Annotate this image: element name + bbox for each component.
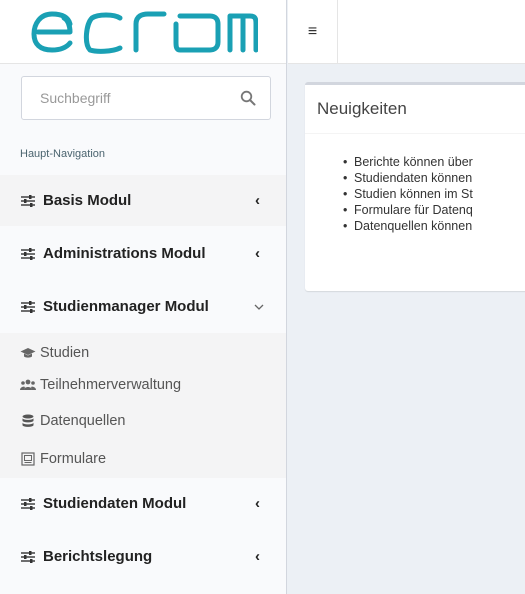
sidebar-item-studienmanager-modul[interactable]: Studienmanager Modul [0,281,286,332]
chevron-left-icon: ‹ [255,548,260,565]
sliders-icon [21,247,35,260]
form-icon [20,452,36,466]
nav-header: Haupt-Navigation [20,148,105,160]
ecrom-logo-icon [31,11,258,54]
news-list: Berichte können über Studiendaten können… [343,154,473,234]
database-icon [20,414,36,428]
chevron-left-icon: ‹ [255,495,260,512]
sidebar: Haupt-Navigation Basis Modul ‹ Administr… [0,0,287,594]
news-item: Formulare für Datenq [343,202,473,218]
hamburger-icon: ≡ [307,23,318,40]
sidebar-item-berichtslegung[interactable]: Berichtslegung ‹ [0,531,286,582]
top-navbar: ≡ [288,0,525,64]
studienmanager-submenu: Studien Teilnehmerverwaltung Datenquelle… [0,333,286,478]
sliders-icon [21,550,35,563]
graduation-cap-icon [20,346,36,360]
submenu-label: Studien [40,345,90,361]
chevron-down-icon [254,281,264,332]
logo[interactable] [0,0,286,64]
sidebar-item-studiendaten-modul[interactable]: Studiendaten Modul ‹ [0,478,286,529]
sidebar-toggle-button[interactable]: ≡ [288,0,338,64]
submenu-item-studien[interactable]: Studien [20,341,89,365]
submenu-label: Teilnehmerverwaltung [40,377,182,393]
divider [305,133,525,134]
users-icon [20,378,36,392]
news-item: Berichte können über [343,154,473,170]
sidebar-item-label: Studienmanager Modul [43,298,209,315]
sidebar-item-label: Basis Modul [43,192,132,209]
news-item: Studien können im St [343,186,473,202]
sidebar-item-label: Administrations Modul [43,245,206,262]
submenu-label: Formulare [40,451,107,467]
news-item: Datenquellen können [343,218,473,234]
chevron-left-icon: ‹ [255,245,260,262]
submenu-item-formulare[interactable]: Formulare [20,447,106,471]
sidebar-item-administrations-modul[interactable]: Administrations Modul ‹ [0,228,286,279]
search-box [21,76,271,120]
sidebar-item-basis-modul[interactable]: Basis Modul ‹ [0,175,286,226]
news-title: Neuigkeiten [317,99,407,118]
sliders-icon [21,194,35,207]
news-box: Neuigkeiten Berichte können über Studien… [305,82,525,291]
chevron-left-icon: ‹ [255,192,260,209]
submenu-item-teilnehmerverwaltung[interactable]: Teilnehmerverwaltung [20,373,181,397]
sliders-icon [21,300,35,313]
sidebar-item-label: Studiendaten Modul [43,495,187,512]
sliders-icon [21,497,35,510]
submenu-item-datenquellen[interactable]: Datenquellen [20,409,125,433]
news-item: Studiendaten können [343,170,473,186]
submenu-label: Datenquellen [40,413,126,429]
search-icon[interactable] [240,90,256,106]
sidebar-item-label: Berichtslegung [43,548,153,565]
search-input[interactable] [38,89,232,107]
